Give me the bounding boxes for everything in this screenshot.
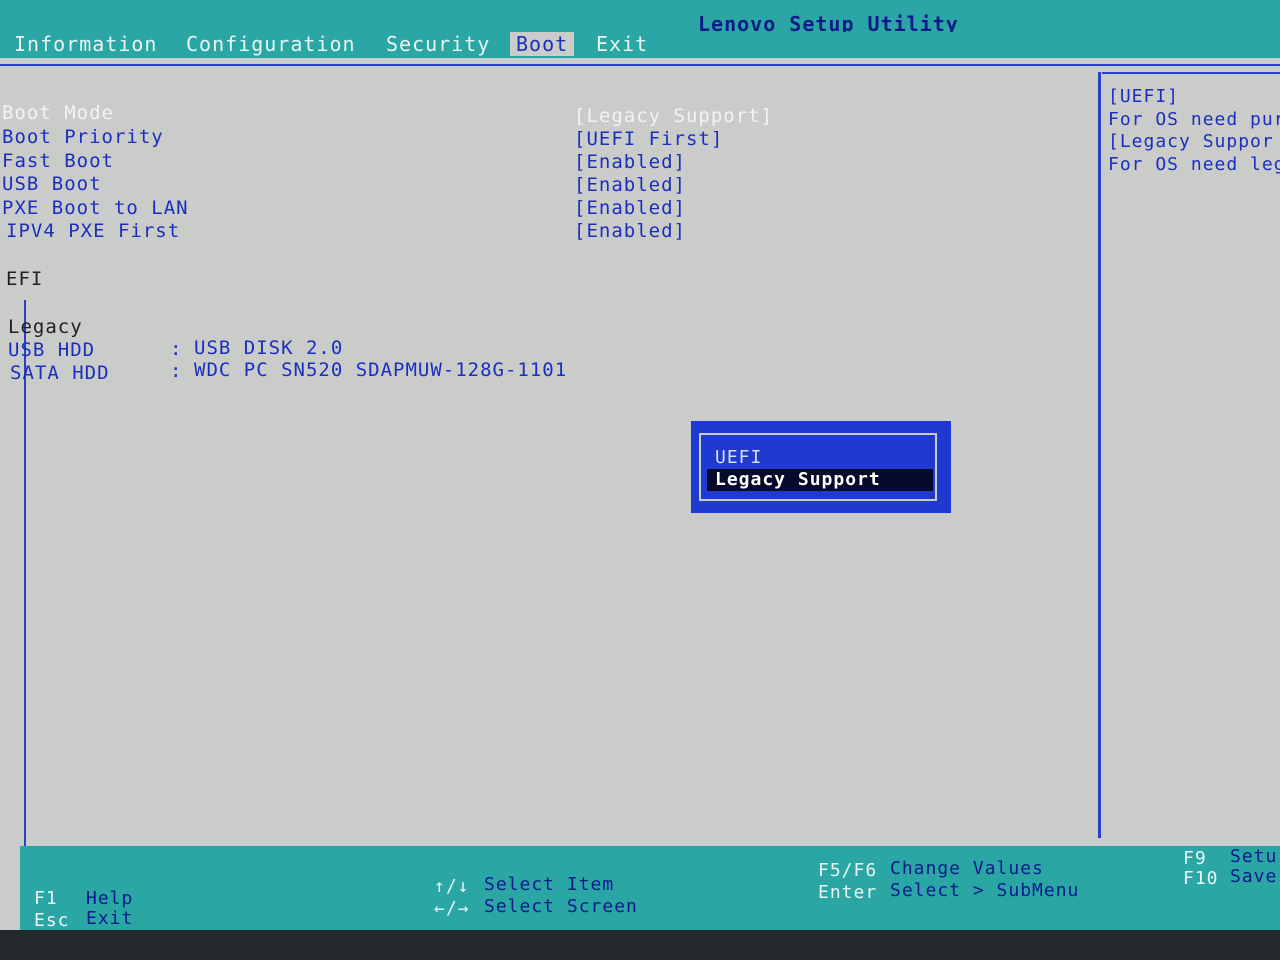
footer-bar: F1 Help Esc Exit ↑/↓ Select Item ←/→ Sel… [20,846,1280,931]
tab-information[interactable]: Information [8,32,163,56]
setting-value-boot-mode[interactable]: [Legacy Support] [574,105,773,127]
footer-key-up-down: ↑/↓ [434,876,470,897]
footer-desc-exit: Exit [86,908,134,929]
footer-key-enter: Enter [818,882,878,903]
setting-label-boot-mode[interactable]: Boot Mode [2,102,114,124]
tab-boot[interactable]: Boot [510,32,575,56]
setting-label-fast-boot[interactable]: Fast Boot [2,150,114,172]
setting-value-usb-boot[interactable]: [Enabled] [574,174,686,196]
bios-screen: Lenovo Setup Utility Information Configu… [0,0,1280,960]
help-line: For OS need leg [1108,154,1280,175]
legacy-device-name-usb[interactable]: USB DISK 2.0 [194,337,343,359]
legacy-device-type-sata[interactable]: SATA HDD [10,362,110,384]
footer-key-f1: F1 [34,888,58,909]
boot-mode-popup: UEFI Legacy Support [691,421,951,513]
footer-desc-help: Help [86,888,134,909]
footer-key-f5-f6: F5/F6 [818,860,878,881]
popup-options-box: UEFI Legacy Support [699,433,937,501]
legacy-device-type-usb[interactable]: USB HDD [8,339,95,361]
tab-configuration[interactable]: Configuration [180,32,362,56]
panel-divider [1098,72,1101,838]
legacy-section-header: Legacy [8,316,83,338]
setting-label-usb-boot[interactable]: USB Boot [2,173,102,195]
footer-key-esc: Esc [34,910,70,931]
footer-desc-setup: Setu [1230,846,1278,867]
help-line: [Legacy Suppor [1108,131,1274,152]
help-line: [UEFI] [1108,86,1180,107]
tab-bar: Information Configuration Security Boot … [0,32,1280,58]
footer-desc-select-item: Select Item [484,874,615,895]
footer-desc-change-values: Change Values [890,858,1044,879]
popup-option-uefi[interactable]: UEFI [707,447,933,469]
setting-label-boot-priority[interactable]: Boot Priority [2,126,164,148]
setting-value-pxe-boot[interactable]: [Enabled] [574,197,686,219]
tab-security[interactable]: Security [380,32,496,56]
legacy-device-name-sata[interactable]: WDC PC SN520 SDAPMUW-128G-1101 [194,359,567,381]
legacy-device-separator: : [170,338,182,360]
help-line: For OS need pur [1108,109,1280,130]
setting-value-boot-priority[interactable]: [UEFI First] [574,128,723,150]
frame-left-border [24,300,26,875]
help-panel-top-border [1102,72,1280,74]
setting-value-fast-boot[interactable]: [Enabled] [574,151,686,173]
footer-desc-select-screen: Select Screen [484,896,638,917]
monitor-bezel [0,930,1280,960]
footer-key-left-right: ←/→ [434,898,470,919]
setting-label-pxe-boot[interactable]: PXE Boot to LAN [2,197,189,219]
footer-key-f10: F10 [1183,868,1219,889]
legacy-device-separator: : [170,360,182,382]
popup-option-legacy-support[interactable]: Legacy Support [707,469,933,491]
setting-value-ipv4-pxe-first[interactable]: [Enabled] [574,220,686,242]
footer-desc-save: Save [1230,866,1278,887]
efi-section-header: EFI [6,268,44,290]
tab-exit[interactable]: Exit [590,32,654,56]
footer-key-f9: F9 [1183,848,1207,869]
footer-desc-submenu: Select > SubMenu [890,880,1080,901]
help-panel: [UEFI] For OS need pur [Legacy Suppor Fo… [1102,76,1280,836]
setting-label-ipv4-pxe-first[interactable]: IPV4 PXE First [6,220,180,242]
